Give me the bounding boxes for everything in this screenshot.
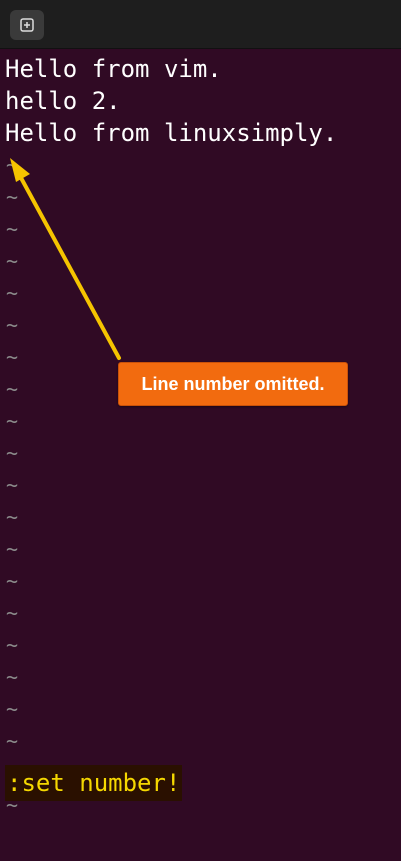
empty-line-marker: ~ (6, 217, 19, 241)
empty-line-marker: ~ (6, 537, 19, 561)
empty-line-marker: ~ (6, 601, 19, 625)
empty-line-marker: ~ (6, 729, 19, 753)
terminal-title-bar (0, 0, 401, 49)
empty-line-marker: ~ (6, 569, 19, 593)
empty-line-marker: ~ (6, 409, 19, 433)
empty-line-marker: ~ (6, 153, 19, 177)
empty-line-marker: ~ (6, 345, 19, 369)
text-line: Hello from linuxsimply. (5, 119, 338, 147)
command-line: :set number! (5, 765, 183, 801)
empty-line-marker: ~ (6, 473, 19, 497)
vim-editor[interactable]: Hello from vim. hello 2. Hello from linu… (0, 49, 401, 861)
empty-line-marker: ~ (6, 185, 19, 209)
empty-line-marker: ~ (6, 313, 19, 337)
empty-line-marker: ~ (6, 505, 19, 529)
annotation-callout: Line number omitted. (118, 362, 348, 406)
text-line: Hello from vim. (5, 55, 222, 83)
new-tab-button[interactable] (10, 10, 44, 40)
text-line: hello 2. (5, 87, 121, 115)
empty-line-marker: ~ (6, 633, 19, 657)
empty-line-marker: ~ (6, 441, 19, 465)
empty-line-marker: ~ (6, 697, 19, 721)
empty-line-marker: ~ (6, 665, 19, 689)
empty-line-marker: ~ (6, 281, 19, 305)
new-tab-icon (20, 18, 34, 32)
empty-line-marker: ~ (6, 377, 19, 401)
empty-line-marker: ~ (6, 249, 19, 273)
